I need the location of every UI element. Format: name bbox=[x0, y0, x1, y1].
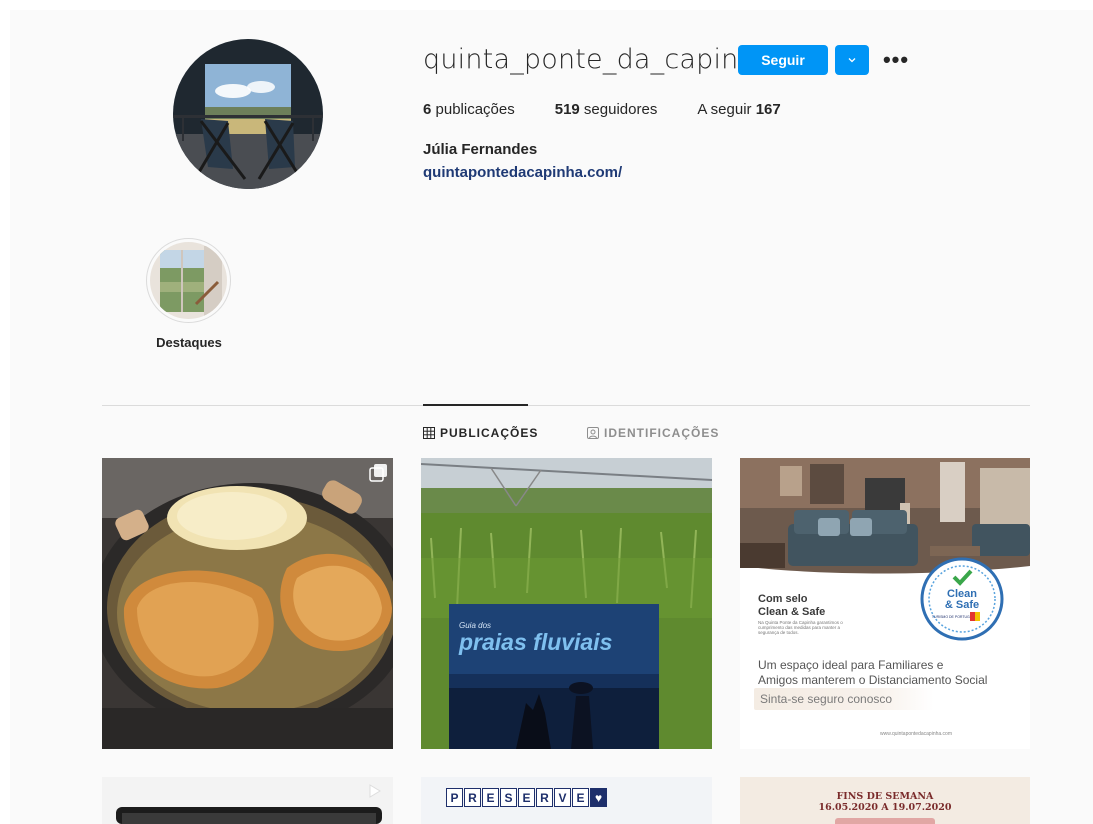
profile-avatar[interactable] bbox=[173, 39, 323, 189]
post-thumbnail[interactable] bbox=[102, 458, 393, 749]
preserve-letter: E bbox=[572, 788, 589, 807]
tab-identificacoes[interactable]: IDENTIFICAÇÕES bbox=[587, 426, 719, 440]
profile-stats: 6 publicações 519 seguidores A seguir 16… bbox=[423, 101, 821, 118]
clean-safe-title-line2: Clean & Safe bbox=[758, 606, 826, 618]
post-thumbnail[interactable]: FINS DE SEMANA 16.05.2020 A 19.07.2020 bbox=[740, 777, 1030, 824]
following-stat[interactable]: A seguir 167 bbox=[697, 101, 780, 118]
fins-headline-partial bbox=[835, 818, 935, 824]
followers-label: seguidores bbox=[579, 101, 658, 118]
profile-full-name: Júlia Fernandes bbox=[423, 141, 538, 158]
tab-publicacoes[interactable]: PUBLICAÇÕES bbox=[423, 426, 538, 440]
profile-website-link[interactable]: quintapontedacapinha.com/ bbox=[423, 164, 622, 181]
preserve-letter: V bbox=[554, 788, 571, 807]
badge-line2: & Safe bbox=[945, 599, 979, 611]
profile-username: quinta_ponte_da_capinha bbox=[423, 44, 773, 75]
highlight-item[interactable] bbox=[146, 238, 231, 323]
followers-stat[interactable]: 519 seguidores bbox=[555, 101, 658, 118]
highlight-cover bbox=[150, 242, 227, 319]
fins-line2: 16.05.2020 A 19.07.2020 bbox=[818, 802, 952, 813]
clean-safe-title-line1: Com selo bbox=[758, 593, 808, 605]
post-thumbnail[interactable]: Com selo Clean & Safe Na Quinta Ponte da… bbox=[740, 458, 1030, 749]
tab-identificacoes-label: IDENTIFICAÇÕES bbox=[604, 426, 720, 440]
more-options-button[interactable]: ••• bbox=[881, 45, 911, 75]
posts-label: publicações bbox=[431, 101, 515, 118]
praias-title-text: praias fluviais bbox=[458, 629, 612, 655]
preserve-logo: P R E S E R V E ♥ bbox=[446, 788, 608, 807]
preserve-letter: S bbox=[500, 788, 517, 807]
preserve-letter: E bbox=[482, 788, 499, 807]
following-count: 167 bbox=[755, 101, 781, 118]
suggested-accounts-button[interactable] bbox=[835, 45, 869, 75]
tab-publicacoes-label: PUBLICAÇÕES bbox=[440, 426, 539, 440]
badge-small: TURISMO DE PORTUGAL bbox=[932, 615, 974, 619]
active-tab-indicator bbox=[423, 404, 528, 406]
preserve-letter: E bbox=[518, 788, 535, 807]
chevron-down-icon bbox=[848, 58, 856, 63]
highlight-label: Destaques bbox=[156, 335, 222, 350]
clean-safe-description: Um espaço ideal para Familiares e Amigos… bbox=[758, 658, 1028, 688]
tabs-divider bbox=[102, 405, 1030, 406]
clean-safe-desc-line2: Amigos manterem o Distanciamento Social bbox=[758, 673, 988, 687]
preserve-letter: R bbox=[464, 788, 481, 807]
clean-safe-badge: Clean & Safe TURISMO DE PORTUGAL bbox=[920, 557, 1004, 641]
fins-de-semana-text: FINS DE SEMANA 16.05.2020 A 19.07.2020 bbox=[740, 791, 1030, 813]
followers-count: 519 bbox=[554, 101, 580, 118]
grid-icon bbox=[423, 427, 435, 439]
preserve-letter: P bbox=[446, 788, 463, 807]
clean-safe-desc-line1: Um espaço ideal para Familiares e bbox=[758, 658, 944, 672]
preserve-letter: R bbox=[536, 788, 553, 807]
heart-icon: ♥ bbox=[590, 788, 607, 807]
post-thumbnail[interactable]: P R E S E R V E ♥ bbox=[421, 777, 712, 824]
clean-safe-footer: www.quintapontedacapinha.com bbox=[880, 731, 952, 737]
posts-stat: 6 publicações bbox=[423, 101, 515, 118]
post-thumbnail[interactable] bbox=[102, 777, 393, 824]
clean-safe-cta: Sinta-se seguro conosco bbox=[754, 688, 934, 710]
follow-button[interactable]: Seguir bbox=[738, 45, 828, 75]
post-thumbnail[interactable]: Guia dos praias fluviais bbox=[421, 458, 712, 749]
clean-safe-small-text: Na Quinta Ponte da Capinha garantimos o … bbox=[758, 620, 843, 635]
fins-line1: FINS DE SEMANA bbox=[836, 791, 934, 802]
instagram-profile-page: quinta_ponte_da_capinha Seguir ••• 6 pub… bbox=[0, 0, 1093, 824]
clean-safe-title: Com selo Clean & Safe bbox=[758, 593, 825, 619]
following-label: A seguir bbox=[697, 101, 756, 118]
tagged-user-icon bbox=[587, 427, 599, 439]
